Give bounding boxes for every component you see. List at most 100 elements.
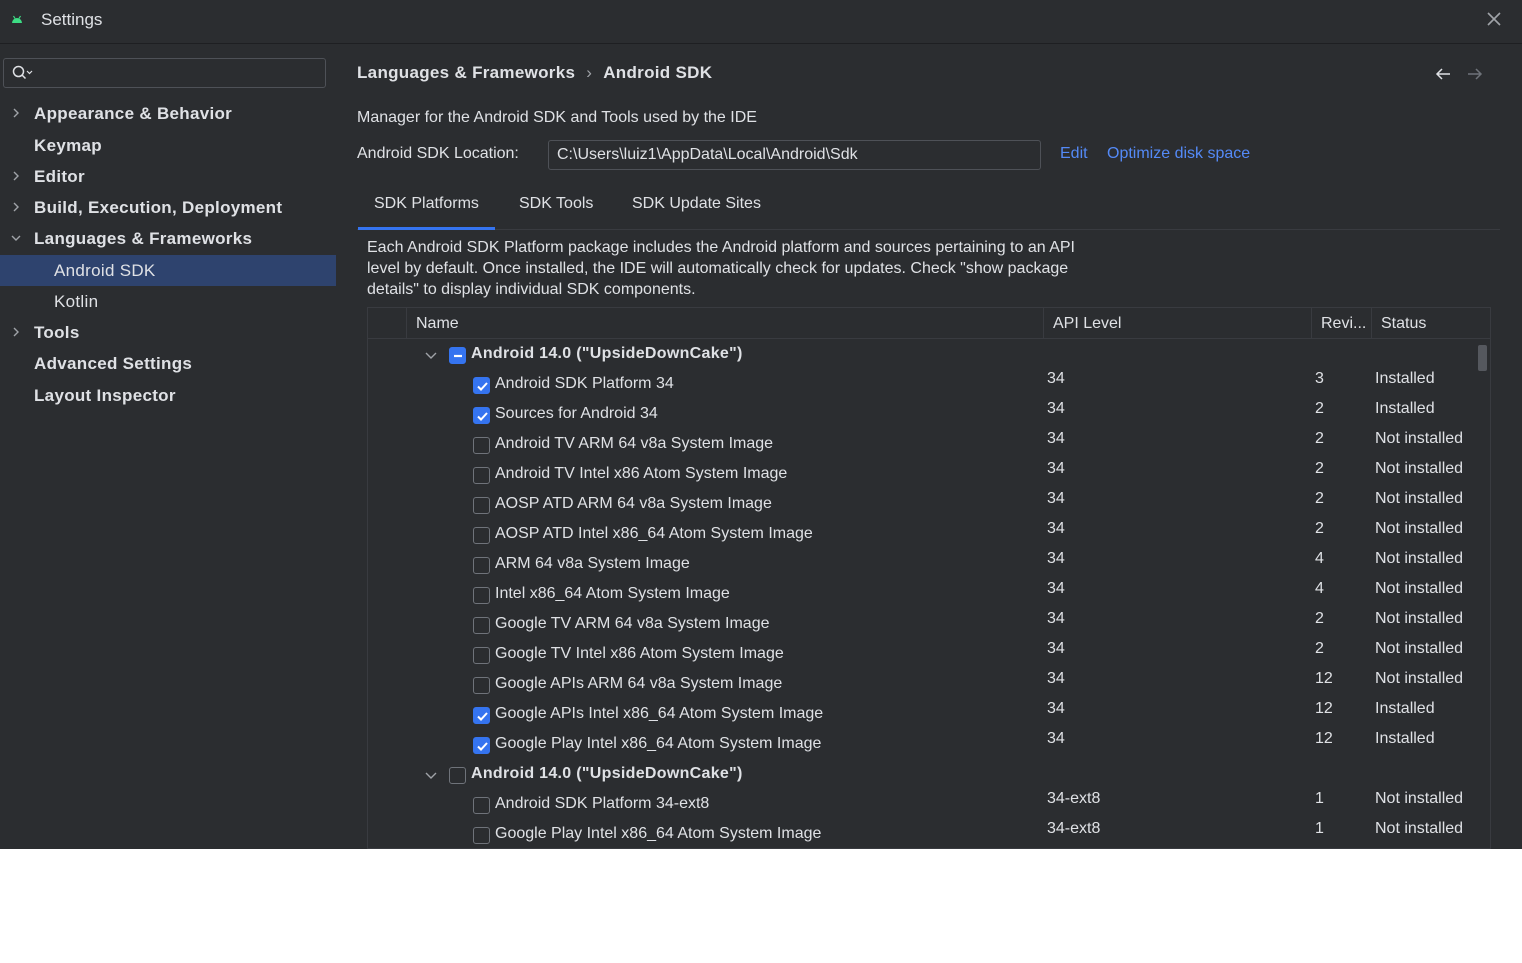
checkbox-icon[interactable] (473, 797, 490, 814)
vertical-scrollbar[interactable] (1478, 345, 1487, 371)
arrow-left-icon[interactable] (1434, 66, 1452, 82)
sidebar-item[interactable]: Build, Execution, Deployment (0, 192, 336, 223)
checkbox-icon[interactable] (473, 377, 490, 394)
title-bar: Settings (0, 0, 1522, 44)
status-cell: Not installed (1375, 550, 1464, 567)
checkbox-icon[interactable] (473, 737, 490, 754)
table-group-row[interactable]: Android 14.0 ("UpsideDownCake") (368, 341, 1478, 371)
sdk-location-field[interactable]: C:\Users\luiz1\AppData\Local\Android\Sdk (548, 140, 1041, 170)
status-cell: Installed (1375, 400, 1435, 417)
table-row[interactable]: AOSP ATD Intel x86_64 Atom System Image 3… (368, 520, 1478, 551)
api-level-cell: 34 (1047, 520, 1065, 537)
column-header-name[interactable]: Name (406, 308, 1043, 339)
table-row[interactable]: Google APIs Intel x86_64 Atom System Ima… (368, 700, 1478, 731)
chevron-down-icon[interactable] (425, 351, 437, 361)
status-cell: Not installed (1375, 490, 1464, 507)
table-group-row[interactable]: Android 14.0 ("UpsideDownCake") (368, 761, 1478, 791)
api-level-cell: 34 (1047, 700, 1065, 717)
checkbox-icon[interactable] (449, 767, 466, 784)
checkbox-icon[interactable] (473, 677, 490, 694)
table-row[interactable]: Google TV ARM 64 v8a System Image 34 2 Not … (368, 610, 1478, 641)
chevron-down-icon[interactable] (425, 771, 437, 781)
table-row[interactable]: Android SDK Platform 34-ext8 34-ext8 1 Not … (368, 790, 1478, 821)
close-icon[interactable] (1484, 9, 1504, 29)
chevron-down-icon[interactable] (10, 232, 22, 244)
column-header-revision[interactable]: Revi... (1311, 308, 1371, 339)
api-level-cell: 34 (1047, 730, 1065, 747)
breadcrumb-parent[interactable]: Languages & Frameworks (357, 63, 575, 82)
package-name: Sources for Android 34 (495, 405, 658, 422)
package-name: Google APIs Intel x86_64 Atom System Ima… (495, 705, 824, 722)
sidebar-item[interactable]: Kotlin (0, 286, 336, 317)
checkbox-icon[interactable] (473, 557, 490, 574)
api-level-cell: 34 (1047, 610, 1065, 627)
search-input[interactable] (3, 58, 326, 88)
checkbox-icon[interactable] (473, 527, 490, 544)
sidebar-item-label: Editor (34, 167, 85, 186)
column-header-status[interactable]: Status (1371, 308, 1490, 339)
table-row[interactable]: ARM 64 v8a System Image 34 4 Not installed (368, 550, 1478, 581)
sidebar-item[interactable]: Languages & Frameworks (0, 223, 336, 254)
checkbox-icon[interactable] (473, 707, 490, 724)
revision-cell: 2 (1315, 520, 1324, 537)
android-icon (12, 15, 22, 23)
api-level-cell: 34 (1047, 490, 1065, 507)
checkbox-icon[interactable] (473, 467, 490, 484)
table-row[interactable]: Google TV Intel x86 Atom System Image 34 2… (368, 640, 1478, 671)
edit-link[interactable]: Edit (1060, 145, 1088, 163)
chevron-right-icon[interactable] (10, 201, 22, 213)
sidebar-item-label: Tools (34, 323, 80, 342)
checkbox-icon[interactable] (473, 647, 490, 664)
sidebar-item[interactable]: Android SDK (0, 255, 336, 286)
package-name: Google TV ARM 64 v8a System Image (495, 615, 770, 632)
chevron-right-icon[interactable] (10, 107, 22, 119)
sidebar-item[interactable]: Keymap (0, 130, 336, 161)
status-cell: Not installed (1375, 460, 1464, 477)
api-level-cell: 34 (1047, 460, 1065, 477)
status-cell: Not installed (1375, 520, 1464, 537)
arrow-right-icon[interactable] (1466, 66, 1484, 82)
api-level-cell: 34-ext8 (1047, 820, 1101, 837)
sidebar-item[interactable]: Advanced Settings (0, 348, 336, 379)
revision-cell: 1 (1315, 790, 1324, 807)
package-name: Android SDK Platform 34 (495, 375, 674, 392)
table-row[interactable]: Android TV ARM 64 v8a System Image 34 2 Not… (368, 430, 1478, 461)
table-row[interactable]: Sources for Android 34 34 2 Installed (368, 400, 1478, 431)
sidebar-item-label: Android SDK (54, 261, 156, 280)
chevron-right-icon[interactable] (10, 170, 22, 182)
package-name: AOSP ATD Intel x86_64 Atom System Image (495, 525, 813, 542)
optimize-disk-space-link[interactable]: Optimize disk space (1107, 145, 1250, 163)
tab-sdk-platforms[interactable]: SDK Platforms (358, 195, 495, 230)
status-cell: Installed (1375, 370, 1435, 387)
table-row[interactable]: Google Play Intel x86_64 Atom System Ima… (368, 730, 1478, 761)
package-name: Android 14.0 ("UpsideDownCake") (471, 345, 743, 362)
checkbox-icon[interactable] (449, 347, 466, 364)
checkbox-icon[interactable] (473, 407, 490, 424)
table-row[interactable]: Android SDK Platform 34 34 3 Installed (368, 370, 1478, 401)
checkbox-icon[interactable] (473, 437, 490, 454)
table-header: Name API Level Revi... Status (368, 308, 1490, 339)
checkbox-icon[interactable] (473, 617, 490, 634)
chevron-right-icon[interactable] (10, 326, 22, 338)
table-row[interactable]: Google APIs ARM 64 v8a System Image 34 12 N… (368, 670, 1478, 701)
revision-cell: 12 (1315, 730, 1333, 747)
status-cell: Not installed (1375, 580, 1464, 597)
table-row[interactable]: Intel x86_64 Atom System Image 34 4 Not ins… (368, 580, 1478, 611)
checkbox-icon[interactable] (473, 587, 490, 604)
sidebar-item[interactable]: Appearance & Behavior (0, 98, 336, 129)
column-header-api-level[interactable]: API Level (1043, 308, 1311, 339)
revision-cell: 12 (1315, 700, 1333, 717)
platforms-info-text: Each Android SDK Platform package includ… (367, 239, 1075, 298)
api-level-cell: 34 (1047, 580, 1065, 597)
sidebar-item[interactable]: Editor (0, 161, 336, 192)
table-row[interactable]: Google Play Intel x86_64 Atom System Ima… (368, 820, 1478, 848)
sidebar-item[interactable]: Tools (0, 317, 336, 348)
tab-sdk-update-sites[interactable]: SDK Update Sites (632, 195, 761, 229)
table-row[interactable]: AOSP ATD ARM 64 v8a System Image 34 2 Not i… (368, 490, 1478, 521)
sidebar-item[interactable]: Layout Inspector (0, 380, 336, 411)
table-row[interactable]: Android TV Intel x86 Atom System Image 34… (368, 460, 1478, 491)
checkbox-icon[interactable] (473, 497, 490, 514)
checkbox-icon[interactable] (473, 827, 490, 844)
status-cell: Not installed (1375, 430, 1464, 447)
tab-sdk-tools[interactable]: SDK Tools (519, 195, 593, 229)
